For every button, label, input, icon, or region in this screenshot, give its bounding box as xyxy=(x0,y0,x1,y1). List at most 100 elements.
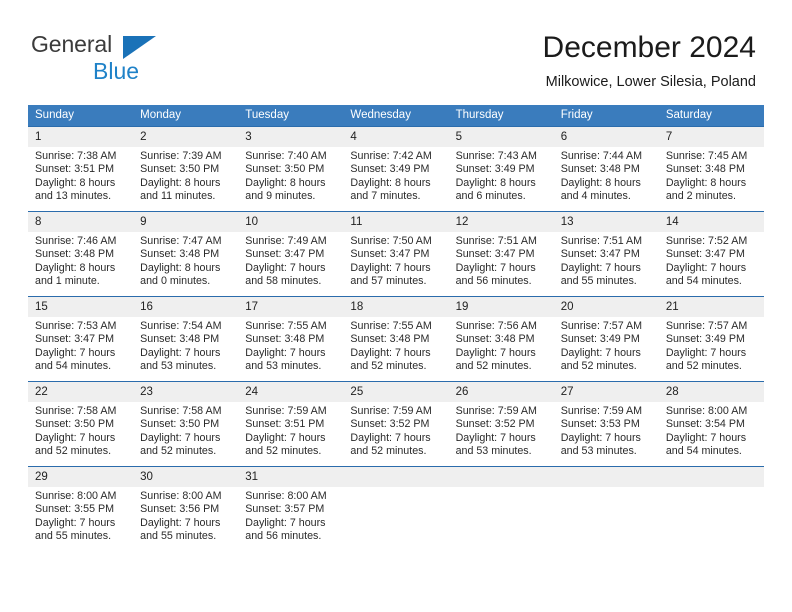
daylight-text-line1: Daylight: 7 hours xyxy=(350,261,431,274)
day-cell-empty xyxy=(448,466,554,551)
day-cell[interactable]: 8 Sunrise: 7:46 AM Sunset: 3:48 PM Daylight… xyxy=(28,211,134,297)
daylight-text-line1: Daylight: 7 hours xyxy=(35,516,116,529)
sunset-text: Sunset: 3:50 PM xyxy=(140,418,220,431)
day-cell[interactable]: 11 Sunrise: 7:50 AM Sunset: 3:47 PM Dayligh… xyxy=(343,211,449,297)
sunset-text: Sunset: 3:50 PM xyxy=(245,163,325,176)
day-number: 3 xyxy=(238,127,344,147)
daylight-text-line1: Daylight: 7 hours xyxy=(455,346,536,359)
day-cell[interactable]: 13 Sunrise: 7:51 AM Sunset: 3:47 PM Dayligh… xyxy=(553,211,659,297)
sunrise-text: Sunrise: 8:00 AM xyxy=(35,490,117,502)
sunrise-text: Sunrise: 7:45 AM xyxy=(665,150,748,162)
daylight-text-line1: Daylight: 8 hours xyxy=(140,176,221,189)
week-row: 15 Sunrise: 7:53 AM Sunset: 3:47 PM Dayligh… xyxy=(28,296,764,382)
sunset-text: Sunset: 3:47 PM xyxy=(560,248,640,261)
day-cell[interactable]: 21 Sunrise: 7:57 AM Sunset: 3:49 PM Dayligh… xyxy=(658,296,764,382)
day-cell[interactable]: 10 Sunrise: 7:49 AM Sunset: 3:47 PM Dayligh… xyxy=(238,211,344,297)
day-cell[interactable]: 5 Sunrise: 7:43 AM Sunset: 3:49 PM Daylight… xyxy=(448,126,554,212)
day-cell[interactable]: 15 Sunrise: 7:53 AM Sunset: 3:47 PM Dayligh… xyxy=(28,296,134,382)
day-cell[interactable]: 9 Sunrise: 7:47 AM Sunset: 3:48 PM Daylight… xyxy=(133,211,239,297)
week-row: 29 Sunrise: 8:00 AM Sunset: 3:55 PM Dayligh… xyxy=(28,466,764,551)
day-cell[interactable]: 4 Sunrise: 7:42 AM Sunset: 3:49 PM Daylight… xyxy=(343,126,449,212)
daylight-text-line1: Daylight: 7 hours xyxy=(560,431,641,444)
logo-text-general: General xyxy=(31,31,113,57)
day-cell[interactable]: 6 Sunrise: 7:44 AM Sunset: 3:48 PM Daylight… xyxy=(553,126,659,212)
day-details: Sunrise: 7:42 AM Sunset: 3:49 PM Daylight:… xyxy=(343,147,448,204)
daylight-text-line1: Daylight: 8 hours xyxy=(665,176,747,189)
sunrise-text: Sunrise: 7:43 AM xyxy=(455,150,537,162)
day-cell[interactable]: 26 Sunrise: 7:59 AM Sunset: 3:52 PM Dayligh… xyxy=(448,381,554,467)
daylight-text-line1: Daylight: 7 hours xyxy=(245,431,326,444)
day-number: 6 xyxy=(553,127,659,147)
daylight-text-line1: Daylight: 7 hours xyxy=(140,431,221,444)
daylight-text-line1: Daylight: 7 hours xyxy=(560,346,641,359)
weekday-header-tuesday: Tuesday xyxy=(238,105,344,127)
day-cell[interactable]: 29 Sunrise: 8:00 AM Sunset: 3:55 PM Dayligh… xyxy=(28,466,134,551)
daylight-text-line1: Daylight: 7 hours xyxy=(350,431,431,444)
day-details: Sunrise: 7:50 AM Sunset: 3:47 PM Daylight:… xyxy=(343,232,448,289)
weekday-header-sunday: Sunday xyxy=(28,105,134,127)
daylight-text-line2: and 52 minutes. xyxy=(455,360,532,373)
day-cell[interactable]: 2 Sunrise: 7:39 AM Sunset: 3:50 PM Daylight… xyxy=(133,126,239,212)
daylight-text-line2: and 56 minutes. xyxy=(245,530,322,543)
page-title: December 2024 xyxy=(542,31,756,64)
day-details: Sunrise: 7:51 AM Sunset: 3:47 PM Daylight:… xyxy=(554,232,659,289)
daylight-text-line1: Daylight: 8 hours xyxy=(455,176,536,189)
day-cell[interactable]: 23 Sunrise: 7:58 AM Sunset: 3:50 PM Dayligh… xyxy=(133,381,239,467)
day-cell[interactable]: 30 Sunrise: 8:00 AM Sunset: 3:56 PM Dayligh… xyxy=(133,466,239,551)
daylight-text-line1: Daylight: 8 hours xyxy=(140,261,221,274)
day-details: Sunrise: 7:58 AM Sunset: 3:50 PM Daylight:… xyxy=(133,402,238,459)
day-cell[interactable]: 24 Sunrise: 7:59 AM Sunset: 3:51 PM Dayligh… xyxy=(238,381,344,467)
day-number: 19 xyxy=(448,297,554,317)
sunset-text: Sunset: 3:49 PM xyxy=(350,163,430,176)
day-number: 1 xyxy=(28,127,134,147)
sunrise-text: Sunrise: 7:39 AM xyxy=(140,150,222,162)
day-number: 31 xyxy=(238,467,344,487)
sunrise-text: Sunrise: 7:55 AM xyxy=(245,320,327,332)
day-number: 28 xyxy=(658,382,764,402)
day-number: 24 xyxy=(238,382,344,402)
day-details: Sunrise: 7:45 AM Sunset: 3:48 PM Daylight:… xyxy=(659,147,764,204)
sunrise-text: Sunrise: 7:38 AM xyxy=(35,150,117,162)
day-number: 8 xyxy=(28,212,134,232)
day-details: Sunrise: 7:52 AM Sunset: 3:47 PM Daylight:… xyxy=(659,232,764,289)
sunset-text: Sunset: 3:48 PM xyxy=(665,163,745,176)
sunrise-text: Sunrise: 8:00 AM xyxy=(140,490,222,502)
daylight-text-line2: and 53 minutes. xyxy=(560,445,637,458)
day-cell[interactable]: 1 Sunrise: 7:38 AM Sunset: 3:51 PM Daylight… xyxy=(28,126,134,212)
day-number: 13 xyxy=(553,212,659,232)
daylight-text-line2: and 52 minutes. xyxy=(245,445,322,458)
sunrise-text: Sunrise: 7:56 AM xyxy=(455,320,537,332)
day-cell[interactable]: 18 Sunrise: 7:55 AM Sunset: 3:48 PM Dayligh… xyxy=(343,296,449,382)
day-cell[interactable]: 14 Sunrise: 7:52 AM Sunset: 3:47 PM Dayligh… xyxy=(658,211,764,297)
day-number xyxy=(658,467,764,487)
weekday-header-monday: Monday xyxy=(133,105,239,127)
day-details: Sunrise: 8:00 AM Sunset: 3:56 PM Daylight:… xyxy=(133,487,238,544)
day-details: Sunrise: 7:43 AM Sunset: 3:49 PM Daylight:… xyxy=(449,147,554,204)
sunrise-text: Sunrise: 7:57 AM xyxy=(665,320,748,332)
day-number: 11 xyxy=(343,212,449,232)
day-number: 5 xyxy=(448,127,554,147)
week-row: 8 Sunrise: 7:46 AM Sunset: 3:48 PM Daylight… xyxy=(28,211,764,297)
daylight-text-line1: Daylight: 7 hours xyxy=(665,431,747,444)
day-cell[interactable]: 17 Sunrise: 7:55 AM Sunset: 3:48 PM Dayligh… xyxy=(238,296,344,382)
day-cell[interactable]: 28 Sunrise: 8:00 AM Sunset: 3:54 PM Dayligh… xyxy=(658,381,764,467)
day-cell[interactable]: 12 Sunrise: 7:51 AM Sunset: 3:47 PM Dayligh… xyxy=(448,211,554,297)
sunrise-text: Sunrise: 7:58 AM xyxy=(35,405,117,417)
daylight-text-line2: and 52 minutes. xyxy=(560,360,637,373)
sunset-text: Sunset: 3:47 PM xyxy=(665,248,745,261)
day-cell[interactable]: 3 Sunrise: 7:40 AM Sunset: 3:50 PM Daylight… xyxy=(238,126,344,212)
day-number: 20 xyxy=(553,297,659,317)
day-cell[interactable]: 25 Sunrise: 7:59 AM Sunset: 3:52 PM Dayligh… xyxy=(343,381,449,467)
day-cell[interactable]: 20 Sunrise: 7:57 AM Sunset: 3:49 PM Dayligh… xyxy=(553,296,659,382)
day-cell[interactable]: 19 Sunrise: 7:56 AM Sunset: 3:48 PM Dayligh… xyxy=(448,296,554,382)
day-cell[interactable]: 22 Sunrise: 7:58 AM Sunset: 3:50 PM Dayligh… xyxy=(28,381,134,467)
day-cell[interactable]: 16 Sunrise: 7:54 AM Sunset: 3:48 PM Dayligh… xyxy=(133,296,239,382)
day-cell[interactable]: 31 Sunrise: 8:00 AM Sunset: 3:57 PM Dayligh… xyxy=(238,466,344,551)
day-number: 22 xyxy=(28,382,134,402)
day-cell[interactable]: 7 Sunrise: 7:45 AM Sunset: 3:48 PM Daylight… xyxy=(658,126,764,212)
daylight-text-line2: and 52 minutes. xyxy=(665,360,742,373)
sunrise-text: Sunrise: 7:44 AM xyxy=(560,150,643,162)
day-number: 29 xyxy=(28,467,134,487)
day-cell[interactable]: 27 Sunrise: 7:59 AM Sunset: 3:53 PM Dayligh… xyxy=(553,381,659,467)
logo-text-blue: Blue xyxy=(93,58,140,84)
